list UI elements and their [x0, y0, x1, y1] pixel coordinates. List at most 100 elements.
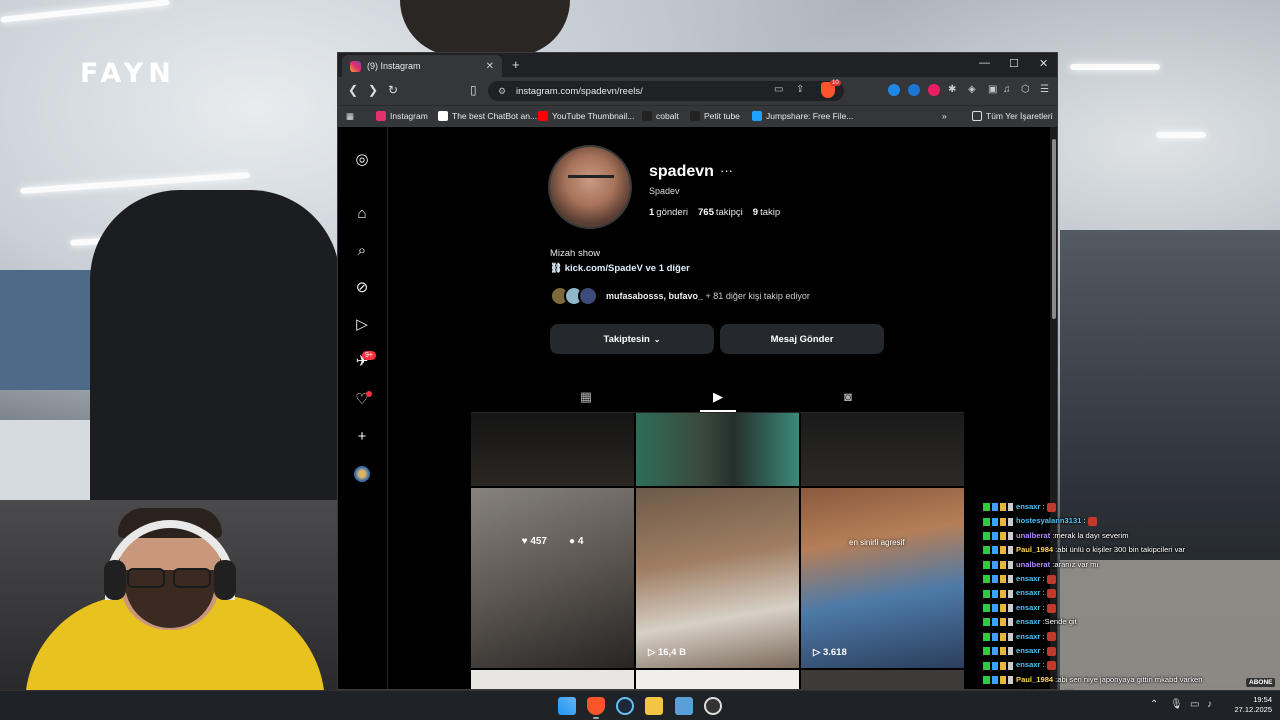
instagram-favicon-icon — [350, 60, 361, 72]
menu-icon[interactable]: ☰ — [1040, 84, 1049, 95]
chat-text: abi ünlü o kişiler 300 bin takipcileri v… — [1057, 545, 1186, 555]
hover-overlay — [471, 488, 634, 668]
media-icon[interactable]: ♫ — [1003, 84, 1011, 95]
reel-thumbnail[interactable]: en sinirli agresif ▷ 3.618 — [801, 488, 964, 668]
forward-icon[interactable]: ❯ — [368, 83, 378, 97]
reels-tab-icon[interactable]: ▶ — [710, 389, 726, 405]
tray-chevron-icon[interactable]: ⌃ — [1150, 699, 1158, 710]
reel-thumbnail[interactable] — [636, 670, 799, 689]
chat-username: ensaxr — [1016, 588, 1041, 598]
home-icon[interactable]: ⌂ — [353, 205, 371, 223]
create-icon[interactable]: + — [353, 428, 371, 446]
play-icon: ▷ — [813, 647, 823, 658]
bookmark-label: Petit tube — [704, 111, 740, 121]
steam-icon[interactable] — [616, 697, 634, 715]
vpn-icon[interactable]: ◈ — [968, 84, 976, 95]
extension-icon[interactable] — [888, 84, 900, 96]
stream-chat: ensaxr : hostesyalann3131 : unalberat : … — [983, 500, 1273, 716]
windows-start-icon[interactable] — [558, 697, 576, 715]
profile-avatar[interactable] — [548, 145, 632, 229]
network-icon[interactable]: ▭ — [1190, 699, 1199, 710]
close-window-icon[interactable]: ✕ — [1039, 57, 1048, 70]
share-icon[interactable]: ⇪ — [796, 84, 804, 95]
follower-avatar — [578, 286, 598, 306]
chat-message: ensaxr : — [983, 644, 1273, 658]
photos-icon[interactable] — [675, 697, 693, 715]
followers-stat[interactable]: 765 takipçi — [698, 207, 743, 218]
maximize-icon[interactable]: ☐ — [1009, 57, 1019, 70]
followed-by[interactable]: mufasabosss, bufavo_ + 81 diğer kişi tak… — [550, 285, 810, 307]
more-bookmarks-icon[interactable]: » — [942, 111, 947, 121]
microphone-icon[interactable]: 🎙 — [1170, 699, 1183, 710]
reel-thumbnail[interactable] — [636, 413, 799, 486]
taskbar-clock[interactable]: 19:54 27.12.2025 — [1226, 695, 1272, 715]
chat-message: ensaxr : — [983, 586, 1273, 600]
following-stat[interactable]: 9 takip — [753, 207, 780, 218]
streamer-glasses — [127, 568, 213, 590]
site-settings-icon[interactable]: ⚙ — [498, 86, 506, 97]
reel-thumbnail[interactable]: ▷ 16,4 B — [636, 488, 799, 668]
cast-icon[interactable]: ▭ — [774, 84, 783, 95]
leo-icon[interactable]: ⬡ — [1021, 84, 1030, 95]
bookmark-item[interactable]: YouTube Thumbnail... — [538, 111, 634, 121]
minimize-icon[interactable]: — — [979, 57, 990, 69]
instagram-sidebar: ◎ ⌂ ⌕ ⊘ ▷ ✈ 9+ ♡ + — [338, 127, 388, 689]
brave-browser-icon[interactable] — [587, 697, 605, 715]
chat-emote-icon — [1046, 603, 1056, 613]
bookmark-item[interactable]: Petit tube — [690, 111, 740, 121]
bookmark-item[interactable]: Jumpshare: Free File... — [752, 111, 853, 121]
profile-bio: Mizah show — [550, 248, 601, 259]
wallet-icon[interactable]: ▣ — [988, 84, 997, 95]
bookmark-item[interactable]: The best ChatBot an... — [438, 111, 537, 121]
volume-icon[interactable]: ♪ — [1207, 699, 1212, 710]
reel-thumbnail-hovered[interactable]: ♥ 457 ● 4 — [471, 488, 634, 668]
tab-close-icon[interactable]: ✕ — [486, 61, 494, 72]
search-icon[interactable]: ⌕ — [353, 242, 371, 260]
tagged-tab-icon[interactable]: ◙ — [840, 389, 856, 405]
bookmark-label: Jumpshare: Free File... — [766, 111, 854, 121]
file-explorer-icon[interactable] — [645, 697, 663, 715]
obs-icon[interactable] — [704, 697, 722, 715]
reels-icon[interactable]: ▷ — [353, 316, 371, 334]
scrollbar-thumb[interactable] — [1052, 139, 1056, 319]
chat-username: ensaxr — [1016, 502, 1041, 511]
windows-taskbar: ⌃ 🎙 ▭ ♪ 19:54 27.12.2025 — [0, 690, 1280, 720]
posts-grid-tab-icon[interactable]: ▦ — [578, 389, 594, 405]
address-bar[interactable]: ⚙ instagram.com/spadevn/reels/ — [488, 81, 844, 101]
chat-emote-icon — [1087, 517, 1097, 527]
browser-toolbar: ❮ ❯ ↻ ▯ ⚙ instagram.com/spadevn/reels/ ▭… — [338, 77, 1057, 105]
reel-thumbnail[interactable] — [801, 413, 964, 486]
posts-label: gönderi — [656, 207, 688, 218]
chat-badges-icon — [983, 632, 1013, 641]
profile-options-icon[interactable]: ··· — [720, 163, 733, 178]
reel-thumbnail[interactable] — [471, 413, 634, 486]
reload-icon[interactable]: ↻ — [388, 83, 398, 97]
message-button[interactable]: Mesaj Gönder — [720, 324, 884, 354]
browser-tab[interactable]: (9) Instagram ✕ — [342, 55, 502, 77]
followed-by-names: mufasabosss, bufavo_ — [606, 291, 704, 301]
apps-grid-icon[interactable]: ▦ — [346, 111, 354, 122]
extension-icon[interactable] — [928, 84, 940, 96]
all-bookmarks-folder[interactable]: Tüm Yer İşaretleri — [972, 111, 1053, 121]
reel-thumbnail[interactable] — [471, 670, 634, 689]
chat-separator: : — [1042, 502, 1045, 511]
explore-icon[interactable]: ⊘ — [353, 279, 371, 297]
active-app-indicator — [593, 717, 599, 719]
profile-link[interactable]: ⛓ kick.com/SpadeV ve 1 diğer — [550, 263, 690, 274]
bookmark-icon[interactable]: ▯ — [470, 83, 477, 97]
following-button[interactable]: Takiptesin ⌄ — [550, 324, 714, 354]
reel-thumbnail[interactable] — [801, 670, 964, 689]
extensions-puzzle-icon[interactable]: ✱ — [948, 84, 956, 95]
extension-icon[interactable] — [908, 84, 920, 96]
new-tab-icon[interactable]: + — [512, 57, 520, 72]
chat-message: ensaxr : — [983, 601, 1273, 615]
back-icon[interactable]: ❮ — [348, 83, 358, 97]
instagram-logo-icon[interactable]: ◎ — [353, 151, 371, 169]
chat-username: unalberat — [1016, 530, 1051, 540]
profile-avatar-icon[interactable] — [354, 466, 370, 482]
bookmark-item[interactable]: Instagram — [376, 111, 428, 121]
bookmark-item[interactable]: cobalt — [642, 111, 679, 121]
brave-shield-badge: 10 — [830, 80, 841, 86]
reels-grid: ♥ 457 ● 4 ▷ 16,4 B en sinirli agresif ▷ … — [471, 413, 964, 689]
views-count: 16,4 B — [657, 647, 686, 658]
